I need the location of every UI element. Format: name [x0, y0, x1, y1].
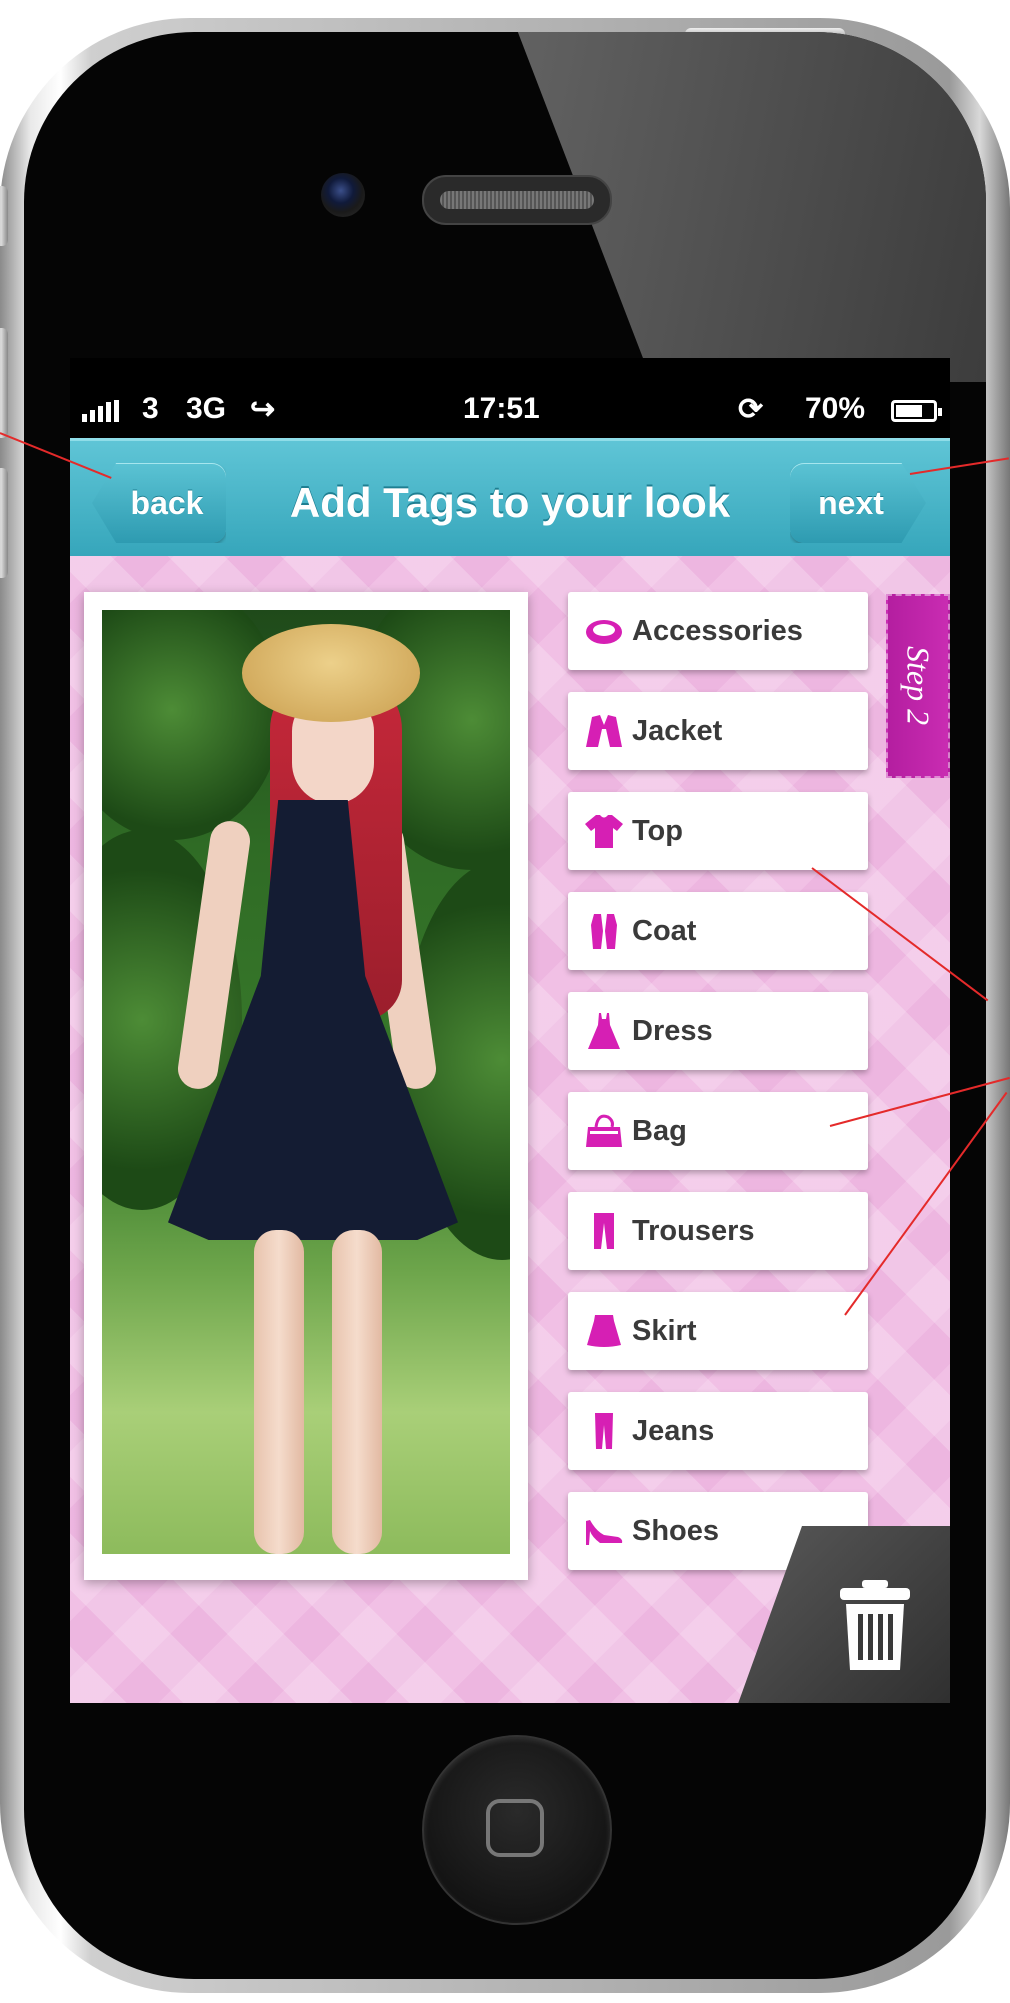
- home-square-icon: [486, 1799, 544, 1857]
- dress-icon: [584, 1011, 624, 1051]
- tag-label: Coat: [632, 914, 697, 947]
- front-camera: [321, 173, 365, 217]
- tag-label: Skirt: [632, 1314, 697, 1347]
- coat-icon: [584, 911, 624, 951]
- tag-trousers[interactable]: Trousers: [568, 1192, 868, 1270]
- jeans-icon: [584, 1411, 624, 1451]
- tag-jeans[interactable]: Jeans: [568, 1392, 868, 1470]
- tag-label: Accessories: [632, 614, 803, 647]
- skirt-icon: [584, 1311, 624, 1351]
- jacket-icon: [584, 711, 624, 751]
- volume-down-button: [0, 468, 8, 578]
- look-photo-frame: [84, 592, 528, 1580]
- tag-dress[interactable]: Dress: [568, 992, 868, 1070]
- tag-label: Shoes: [632, 1514, 720, 1547]
- clock: 17:51: [463, 392, 540, 425]
- mute-switch: [0, 186, 8, 246]
- trousers-icon: [584, 1211, 624, 1251]
- battery-icon: [891, 400, 942, 422]
- shoe-icon: [584, 1511, 624, 1551]
- battery-percent: 70%: [805, 392, 866, 425]
- call-forward-icon: ↪: [250, 393, 276, 426]
- step-label: Step 2: [900, 646, 937, 726]
- tag-label: Bag: [632, 1114, 687, 1147]
- look-photo[interactable]: [102, 610, 510, 1554]
- network-label: 3G: [186, 392, 227, 425]
- bracelet-icon: [584, 611, 624, 651]
- tshirt-icon: [584, 811, 624, 851]
- rotation-lock-icon: ⟳: [738, 393, 764, 426]
- page-title: Add Tags to your look: [289, 479, 731, 526]
- trash-icon: [840, 1580, 910, 1670]
- tag-bag[interactable]: Bag: [568, 1092, 868, 1170]
- content-area: Accessories Jacket Top Coat Dress Bag Tr…: [70, 556, 950, 1703]
- tag-label: Trousers: [632, 1214, 755, 1247]
- nav-bar: back Add Tags to your look next: [70, 438, 950, 556]
- tag-label: Jacket: [632, 714, 723, 747]
- tag-label: Jeans: [632, 1414, 715, 1447]
- next-button[interactable]: next: [790, 463, 926, 543]
- tag-top[interactable]: Top: [568, 792, 868, 870]
- tag-jacket[interactable]: Jacket: [568, 692, 868, 770]
- carrier-label: 3: [142, 392, 159, 425]
- tag-coat[interactable]: Coat: [568, 892, 868, 970]
- status-bar: 3 3G ↪ 17:51 ⟳ 70%: [70, 386, 950, 436]
- signal-strength-icon: [82, 400, 119, 422]
- tag-accessories[interactable]: Accessories: [568, 592, 868, 670]
- tag-skirt[interactable]: Skirt: [568, 1292, 868, 1370]
- step-indicator: Step 2: [886, 594, 950, 778]
- back-button[interactable]: back: [92, 463, 226, 543]
- tag-label: Top: [632, 814, 683, 847]
- app-screen: 3 3G ↪ 17:51 ⟳ 70% back Add Tags to your…: [70, 358, 950, 1703]
- tag-label: Dress: [632, 1014, 713, 1047]
- home-button[interactable]: [422, 1735, 612, 1925]
- volume-up-button: [0, 328, 8, 438]
- earpiece-speaker: [422, 175, 612, 225]
- handbag-icon: [584, 1111, 624, 1151]
